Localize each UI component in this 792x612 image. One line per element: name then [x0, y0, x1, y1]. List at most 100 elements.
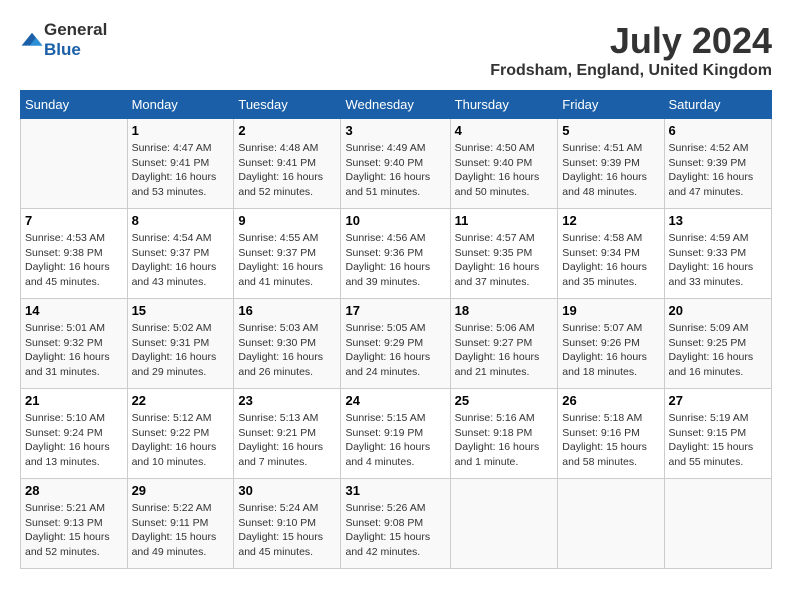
cell-content: Sunrise: 5:01 AM Sunset: 9:32 PM Dayligh…	[25, 321, 123, 380]
cell-content: Sunrise: 5:09 AM Sunset: 9:25 PM Dayligh…	[669, 321, 767, 380]
calendar-cell: 19Sunrise: 5:07 AM Sunset: 9:26 PM Dayli…	[558, 299, 664, 389]
header-saturday: Saturday	[664, 91, 771, 119]
cell-content: Sunrise: 5:19 AM Sunset: 9:15 PM Dayligh…	[669, 411, 767, 470]
calendar-cell: 5 Sunrise: 4:51 AM Sunset: 9:39 PM Daylig…	[558, 119, 664, 209]
calendar-cell: 12 Sunrise: 4:58 AM Sunset: 9:34 PM Dayli…	[558, 209, 664, 299]
cell-content: Sunrise: 4:55 AM Sunset: 9:37 PM Dayligh…	[238, 231, 336, 290]
header-monday: Monday	[127, 91, 234, 119]
calendar-week-2: 7 Sunrise: 4:53 AM Sunset: 9:38 PM Daylig…	[21, 209, 772, 299]
cell-content: Sunrise: 4:58 AM Sunset: 9:34 PM Dayligh…	[562, 231, 659, 290]
cell-content: Sunrise: 4:51 AM Sunset: 9:39 PM Dayligh…	[562, 141, 659, 200]
day-number: 27	[669, 393, 767, 408]
calendar-cell: 23Sunrise: 5:13 AM Sunset: 9:21 PM Dayli…	[234, 389, 341, 479]
day-number: 1	[132, 123, 230, 138]
calendar-cell: 31 Sunrise: 5:26 AM Sunset: 9:08 PM Dayli…	[341, 479, 450, 569]
calendar-cell: 28 Sunrise: 5:21 AM Sunset: 9:13 PM Dayli…	[21, 479, 128, 569]
day-number: 19	[562, 303, 659, 318]
calendar-cell: 17 Sunrise: 5:05 AM Sunset: 9:29 PM Dayli…	[341, 299, 450, 389]
day-number: 17	[345, 303, 445, 318]
day-number: 14	[25, 303, 123, 318]
cell-content: Sunrise: 4:50 AM Sunset: 9:40 PM Dayligh…	[455, 141, 554, 200]
cell-content: Sunrise: 4:52 AM Sunset: 9:39 PM Dayligh…	[669, 141, 767, 200]
day-number: 8	[132, 213, 230, 228]
calendar-cell	[558, 479, 664, 569]
day-number: 16	[238, 303, 336, 318]
title-block: July 2024 Frodsham, England, United King…	[490, 20, 772, 80]
calendar-cell: 16Sunrise: 5:03 AM Sunset: 9:30 PM Dayli…	[234, 299, 341, 389]
day-number: 10	[345, 213, 445, 228]
day-number: 4	[455, 123, 554, 138]
day-number: 6	[669, 123, 767, 138]
logo-general: General	[44, 20, 107, 39]
cell-content: Sunrise: 4:54 AM Sunset: 9:37 PM Dayligh…	[132, 231, 230, 290]
day-number: 3	[345, 123, 445, 138]
day-number: 26	[562, 393, 659, 408]
cell-content: Sunrise: 5:06 AM Sunset: 9:27 PM Dayligh…	[455, 321, 554, 380]
calendar-cell: 4 Sunrise: 4:50 AM Sunset: 9:40 PM Daylig…	[450, 119, 558, 209]
calendar-week-4: 21Sunrise: 5:10 AM Sunset: 9:24 PM Dayli…	[21, 389, 772, 479]
day-number: 15	[132, 303, 230, 318]
day-number: 12	[562, 213, 659, 228]
cell-content: Sunrise: 5:05 AM Sunset: 9:29 PM Dayligh…	[345, 321, 445, 380]
calendar-cell: 13Sunrise: 4:59 AM Sunset: 9:33 PM Dayli…	[664, 209, 771, 299]
cell-content: Sunrise: 5:18 AM Sunset: 9:16 PM Dayligh…	[562, 411, 659, 470]
day-number: 21	[25, 393, 123, 408]
header-wednesday: Wednesday	[341, 91, 450, 119]
calendar-cell: 26 Sunrise: 5:18 AM Sunset: 9:16 PM Dayli…	[558, 389, 664, 479]
day-number: 25	[455, 393, 554, 408]
day-number: 18	[455, 303, 554, 318]
calendar-week-1: 1 Sunrise: 4:47 AM Sunset: 9:41 PM Daylig…	[21, 119, 772, 209]
day-number: 24	[345, 393, 445, 408]
cell-content: Sunrise: 4:49 AM Sunset: 9:40 PM Dayligh…	[345, 141, 445, 200]
calendar-cell: 20Sunrise: 5:09 AM Sunset: 9:25 PM Dayli…	[664, 299, 771, 389]
day-number: 23	[238, 393, 336, 408]
cell-content: Sunrise: 5:22 AM Sunset: 9:11 PM Dayligh…	[132, 501, 230, 560]
cell-content: Sunrise: 5:26 AM Sunset: 9:08 PM Dayligh…	[345, 501, 445, 560]
calendar-cell	[21, 119, 128, 209]
calendar-cell: 3 Sunrise: 4:49 AM Sunset: 9:40 PM Daylig…	[341, 119, 450, 209]
logo: General Blue	[20, 20, 107, 60]
cell-content: Sunrise: 5:24 AM Sunset: 9:10 PM Dayligh…	[238, 501, 336, 560]
calendar-cell: 6 Sunrise: 4:52 AM Sunset: 9:39 PM Daylig…	[664, 119, 771, 209]
page-header: General Blue July 2024 Frodsham, England…	[20, 20, 772, 80]
cell-content: Sunrise: 5:02 AM Sunset: 9:31 PM Dayligh…	[132, 321, 230, 380]
cell-content: Sunrise: 4:47 AM Sunset: 9:41 PM Dayligh…	[132, 141, 230, 200]
cell-content: Sunrise: 5:15 AM Sunset: 9:19 PM Dayligh…	[345, 411, 445, 470]
calendar-cell: 14 Sunrise: 5:01 AM Sunset: 9:32 PM Dayli…	[21, 299, 128, 389]
calendar-cell: 24 Sunrise: 5:15 AM Sunset: 9:19 PM Dayli…	[341, 389, 450, 479]
cell-content: Sunrise: 4:53 AM Sunset: 9:38 PM Dayligh…	[25, 231, 123, 290]
calendar-cell: 29 Sunrise: 5:22 AM Sunset: 9:11 PM Dayli…	[127, 479, 234, 569]
day-number: 28	[25, 483, 123, 498]
calendar-cell: 25 Sunrise: 5:16 AM Sunset: 9:18 PM Dayli…	[450, 389, 558, 479]
calendar-header-row: SundayMondayTuesdayWednesdayThursdayFrid…	[21, 91, 772, 119]
calendar-cell: 15 Sunrise: 5:02 AM Sunset: 9:31 PM Dayli…	[127, 299, 234, 389]
cell-content: Sunrise: 4:48 AM Sunset: 9:41 PM Dayligh…	[238, 141, 336, 200]
calendar-cell: 7 Sunrise: 4:53 AM Sunset: 9:38 PM Daylig…	[21, 209, 128, 299]
cell-content: Sunrise: 5:16 AM Sunset: 9:18 PM Dayligh…	[455, 411, 554, 470]
day-number: 7	[25, 213, 123, 228]
calendar-week-5: 28 Sunrise: 5:21 AM Sunset: 9:13 PM Dayli…	[21, 479, 772, 569]
day-number: 9	[238, 213, 336, 228]
cell-content: Sunrise: 5:21 AM Sunset: 9:13 PM Dayligh…	[25, 501, 123, 560]
calendar-cell: 8 Sunrise: 4:54 AM Sunset: 9:37 PM Daylig…	[127, 209, 234, 299]
day-number: 11	[455, 213, 554, 228]
calendar-cell: 30Sunrise: 5:24 AM Sunset: 9:10 PM Dayli…	[234, 479, 341, 569]
calendar-cell: 21Sunrise: 5:10 AM Sunset: 9:24 PM Dayli…	[21, 389, 128, 479]
day-number: 2	[238, 123, 336, 138]
header-friday: Friday	[558, 91, 664, 119]
calendar-week-3: 14 Sunrise: 5:01 AM Sunset: 9:32 PM Dayli…	[21, 299, 772, 389]
day-number: 29	[132, 483, 230, 498]
cell-content: Sunrise: 4:57 AM Sunset: 9:35 PM Dayligh…	[455, 231, 554, 290]
logo-icon	[20, 31, 44, 49]
day-number: 13	[669, 213, 767, 228]
day-number: 5	[562, 123, 659, 138]
calendar-table: SundayMondayTuesdayWednesdayThursdayFrid…	[20, 90, 772, 569]
cell-content: Sunrise: 5:12 AM Sunset: 9:22 PM Dayligh…	[132, 411, 230, 470]
calendar-cell	[664, 479, 771, 569]
day-number: 31	[345, 483, 445, 498]
calendar-cell: 22Sunrise: 5:12 AM Sunset: 9:22 PM Dayli…	[127, 389, 234, 479]
calendar-cell: 18 Sunrise: 5:06 AM Sunset: 9:27 PM Dayli…	[450, 299, 558, 389]
logo-blue: Blue	[44, 40, 81, 59]
calendar-cell: 1 Sunrise: 4:47 AM Sunset: 9:41 PM Daylig…	[127, 119, 234, 209]
location-subtitle: Frodsham, England, United Kingdom	[490, 62, 772, 80]
